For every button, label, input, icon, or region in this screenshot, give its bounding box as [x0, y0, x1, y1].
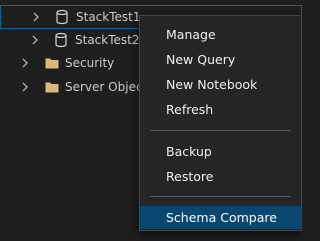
folder-icon: [44, 79, 60, 95]
folder-icon: [44, 55, 60, 71]
menu-separator: [150, 130, 291, 131]
database-icon: [53, 32, 69, 48]
chevron-right-icon[interactable]: [19, 57, 31, 69]
menu-item-refresh[interactable]: Refresh: [140, 98, 301, 121]
chevron-right-icon[interactable]: [29, 34, 41, 46]
menu-separator: [150, 196, 291, 197]
chevron-right-icon[interactable]: [30, 11, 42, 23]
tree-item-label: Security: [65, 56, 115, 70]
database-icon: [54, 9, 70, 25]
context-menu: Manage New Query New Notebook Refresh Ba…: [139, 15, 302, 231]
menu-item-schema-compare[interactable]: Schema Compare: [140, 206, 301, 229]
menu-item-backup[interactable]: Backup: [140, 140, 301, 163]
menu-item-new-query[interactable]: New Query: [140, 48, 301, 71]
menu-item-manage[interactable]: Manage: [140, 23, 301, 46]
menu-item-new-notebook[interactable]: New Notebook: [140, 73, 301, 96]
menu-item-restore[interactable]: Restore: [140, 165, 301, 188]
object-explorer-window: StackTest1 StackTest2 Security Server Ob…: [0, 0, 302, 241]
chevron-right-icon[interactable]: [19, 81, 31, 93]
tree-item-label: StackTest2: [75, 33, 140, 47]
tree-item-label: StackTest1: [76, 10, 141, 24]
